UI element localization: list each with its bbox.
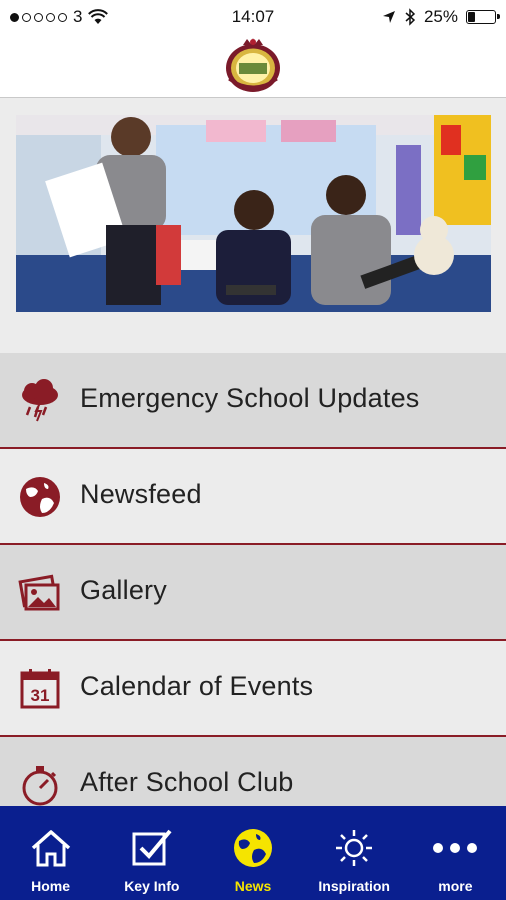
menu-item-label: After School Club <box>80 767 294 797</box>
photos-icon <box>18 574 60 611</box>
tab-label: Home <box>31 878 71 894</box>
battery-icon <box>466 10 500 24</box>
menu-item-newsfeed[interactable]: Newsfeed <box>0 449 506 545</box>
tab-inspiration[interactable]: Inspiration <box>304 806 405 900</box>
hero-photo <box>16 115 491 312</box>
globe-icon <box>234 829 272 867</box>
storm-cloud-icon <box>22 379 58 422</box>
menu-item-emergency-updates[interactable]: Emergency School Updates <box>0 353 506 449</box>
tab-label: Key Info <box>124 878 180 894</box>
tab-news[interactable]: News <box>202 806 303 900</box>
tab-label: Inspiration <box>318 878 390 894</box>
menu-item-gallery[interactable]: Gallery <box>0 545 506 641</box>
menu-item-label: Newsfeed <box>80 479 202 509</box>
bluetooth-icon <box>405 8 416 26</box>
battery-percent: 25% <box>423 7 458 26</box>
calendar-icon-day: 31 <box>31 686 50 705</box>
tab-bar: Home Key Info News Inspiration more <box>0 806 506 900</box>
tab-more[interactable]: more <box>405 806 506 900</box>
children-reading-photo <box>16 115 491 312</box>
app-header <box>0 34 506 98</box>
menu-item-label: Calendar of Events <box>80 671 314 701</box>
home-icon <box>31 830 70 867</box>
globe-icon <box>20 477 60 517</box>
school-crest-icon <box>226 38 280 92</box>
sun-icon <box>336 830 373 866</box>
tab-label: News <box>234 878 272 894</box>
tab-key-info[interactable]: Key Info <box>101 806 202 900</box>
more-dots-icon <box>433 843 478 853</box>
menu-item-label: Emergency School Updates <box>80 383 420 413</box>
menu-item-label: Gallery <box>80 575 167 605</box>
main-menu: Emergency School Updates Newsfeed Galler… <box>0 353 506 833</box>
location-arrow-icon <box>382 11 395 23</box>
status-right: 25% <box>382 7 500 27</box>
stopwatch-icon <box>22 766 58 806</box>
calendar-icon: 31 <box>20 669 60 709</box>
tab-label: more <box>438 878 473 894</box>
tab-home[interactable]: Home <box>0 806 101 900</box>
checkbox-icon <box>132 829 172 866</box>
menu-item-calendar[interactable]: 31 Calendar of Events <box>0 641 506 737</box>
status-bar: 3 14:07 25% <box>0 0 506 34</box>
